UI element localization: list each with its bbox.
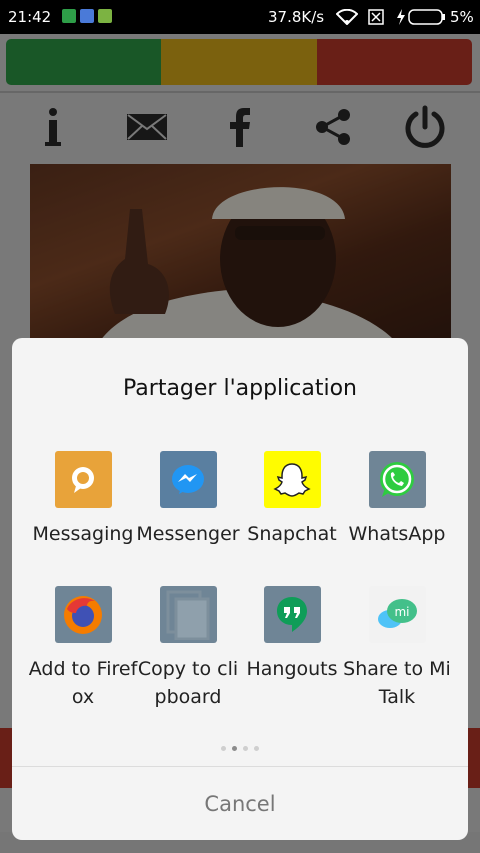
share-option-label: Share to Mi Talk <box>343 658 451 708</box>
play-store-icon <box>80 9 94 23</box>
share-option-label: Copy to clipboard <box>137 658 239 708</box>
share-option-mi-talk[interactable]: mi Share to Mi Talk <box>342 586 452 711</box>
battery-icon <box>408 9 445 25</box>
sim-icon <box>368 9 384 25</box>
share-option-firefox[interactable]: Add to Firefox <box>28 586 138 711</box>
share-sheet-title: Partager l'application <box>123 376 357 401</box>
android-icon <box>98 9 112 23</box>
snapchat-icon <box>263 451 321 508</box>
page-dot-active <box>232 746 237 751</box>
share-option-messenger[interactable]: Messenger <box>133 451 243 548</box>
share-option-copy-clipboard[interactable]: Copy to clipboard <box>133 586 243 711</box>
share-option-label: Messenger <box>136 523 240 545</box>
share-option-snapchat[interactable]: Snapchat <box>237 451 347 548</box>
notification-icon <box>62 9 76 23</box>
clipboard-icon <box>159 586 217 643</box>
share-option-hangouts[interactable]: Hangouts <box>237 586 347 683</box>
page-dot <box>221 746 226 751</box>
charging-icon <box>397 9 405 25</box>
firefox-icon <box>54 586 112 643</box>
share-option-label: Hangouts <box>246 658 338 680</box>
network-speed: 37.8K/s <box>268 8 325 26</box>
share-option-label: WhatsApp <box>348 523 446 545</box>
battery-percent: 5% <box>450 8 474 26</box>
share-option-messaging[interactable]: Messaging <box>28 451 138 548</box>
share-option-label: Snapchat <box>247 523 337 545</box>
page-indicator[interactable] <box>12 736 468 755</box>
svg-text:mi: mi <box>394 605 409 619</box>
cancel-button[interactable]: Cancel <box>12 767 468 840</box>
whatsapp-icon <box>368 451 426 508</box>
share-option-whatsapp[interactable]: WhatsApp <box>342 451 452 548</box>
page-dot <box>254 746 259 751</box>
page-dot <box>243 746 248 751</box>
messenger-icon <box>159 451 217 508</box>
hangouts-icon <box>263 586 321 643</box>
status-bar: 21:42 37.8K/s 5% <box>0 0 480 34</box>
wifi-icon <box>336 9 358 25</box>
share-sheet: Partager l'application Messaging Messeng… <box>12 338 468 840</box>
messaging-icon <box>54 451 112 508</box>
status-time: 21:42 <box>8 8 52 26</box>
share-option-label: Add to Firefox <box>28 658 138 708</box>
share-option-label: Messaging <box>32 523 134 545</box>
mi-talk-icon: mi <box>368 586 426 643</box>
